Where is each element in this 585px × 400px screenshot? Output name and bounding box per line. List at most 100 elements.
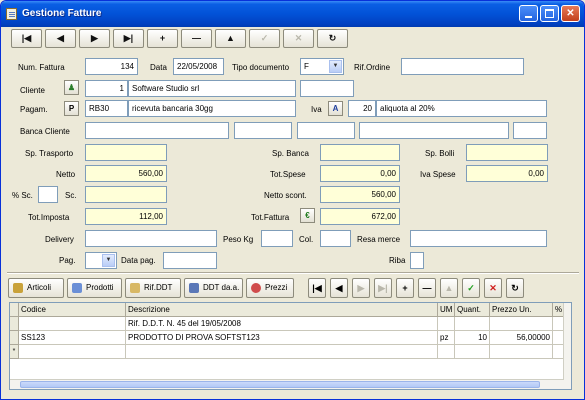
cliente-extra-field[interactable] [300, 80, 354, 97]
table-cell[interactable] [490, 345, 553, 359]
table-cell[interactable]: 56,00000 [490, 331, 553, 345]
banca-cliente-field-3[interactable] [297, 122, 355, 139]
prodotti-button[interactable]: Prodotti [67, 278, 122, 298]
grid-edit-button[interactable]: ▲ [440, 278, 458, 298]
document-icon [130, 283, 140, 293]
sp-trasporto-field[interactable] [85, 144, 167, 161]
grid-delete-button[interactable]: — [418, 278, 436, 298]
data-pag-field[interactable] [163, 252, 217, 269]
rif-ordine-label: Rif.Ordine [354, 63, 391, 72]
table-cell[interactable] [438, 317, 455, 331]
post-record-button[interactable]: ✓ [249, 29, 280, 48]
horizontal-scrollbar[interactable] [10, 379, 564, 389]
edit-record-button[interactable]: ▲ [215, 29, 246, 48]
sp-bolli-field[interactable] [466, 144, 548, 161]
tipo-documento-select[interactable]: F ▼ [300, 58, 344, 75]
grid-next-button[interactable]: ▶ [352, 278, 370, 298]
col-header-quant[interactable]: Quant. [455, 303, 490, 317]
resa-merce-field[interactable] [410, 230, 547, 247]
num-fattura-field[interactable]: 134 [85, 58, 138, 75]
invoice-lines-grid[interactable]: Codice Descrizione UM Quant. Prezzo Un. … [9, 302, 572, 390]
riba-field[interactable] [410, 252, 424, 269]
table-cell[interactable] [126, 345, 438, 359]
sp-banca-field[interactable] [320, 144, 400, 161]
table-cell[interactable] [19, 345, 126, 359]
articoli-label: Articoli [27, 283, 52, 292]
tot-spese-field: 0,00 [320, 165, 400, 182]
previous-record-button[interactable]: ◀ [45, 29, 76, 48]
cliente-lookup-button[interactable]: ♟ [64, 80, 79, 95]
table-cell[interactable]: Rif. D.D.T. N. 45 del 19/05/2008 [126, 317, 438, 331]
scroll-thumb[interactable] [20, 381, 540, 388]
minimize-button[interactable] [519, 5, 538, 22]
iva-code-field[interactable]: 20 [348, 100, 376, 117]
iva-lookup-button[interactable]: A [328, 101, 343, 116]
banca-cliente-field-4[interactable] [359, 122, 509, 139]
data-field[interactable]: 22/05/2008 [173, 58, 224, 75]
grid-add-button[interactable]: + [396, 278, 414, 298]
tot-fattura-button[interactable]: € [300, 208, 315, 223]
table-cell[interactable] [455, 345, 490, 359]
cliente-name-field[interactable]: Software Studio srl [128, 80, 296, 97]
col-header-prezzo-un[interactable]: Prezzo Un. [490, 303, 553, 317]
vertical-scrollbar[interactable] [563, 303, 571, 389]
col-header-descrizione[interactable]: Descrizione [126, 303, 438, 317]
close-button[interactable]: ✕ [561, 5, 580, 22]
pag-select[interactable]: ▼ [85, 252, 117, 269]
grid-refresh-button[interactable]: ↻ [506, 278, 524, 298]
table-cell[interactable] [455, 317, 490, 331]
prezzi-button[interactable]: Prezzi [246, 278, 294, 298]
perc-sc-field[interactable] [38, 186, 58, 203]
col-header-codice[interactable]: Codice [19, 303, 126, 317]
rif-ddt-button[interactable]: Rif.DDT [125, 278, 181, 298]
cliente-code-field[interactable]: 1 [85, 80, 128, 97]
grid-last-button[interactable]: ▶| [374, 278, 392, 298]
row-selector[interactable] [10, 317, 19, 331]
pagam-lookup-button[interactable]: P [64, 101, 79, 116]
rif-ordine-field[interactable] [401, 58, 524, 75]
sc-field[interactable] [85, 186, 167, 203]
col-field[interactable] [320, 230, 351, 247]
netto-label: Netto [56, 170, 76, 179]
grid-cancel-button[interactable]: ✕ [484, 278, 502, 298]
delete-record-button[interactable]: — [181, 29, 212, 48]
grid-first-button[interactable]: |◀ [308, 278, 326, 298]
table-cell[interactable] [438, 345, 455, 359]
table-cell[interactable] [490, 317, 553, 331]
banca-cliente-field-1[interactable] [85, 122, 229, 139]
maximize-button[interactable] [540, 5, 559, 22]
table-cell[interactable]: PRODOTTO DI PROVA SOFTST123 [126, 331, 438, 345]
first-record-button[interactable]: |◀ [11, 29, 42, 48]
table-cell[interactable]: SS123 [19, 331, 126, 345]
netto-scont-label: Netto scont. [264, 191, 307, 200]
iva-desc-field[interactable]: aliquota al 20% [376, 100, 547, 117]
chevron-down-icon[interactable]: ▼ [329, 60, 342, 73]
table-cell[interactable]: pz [438, 331, 455, 345]
next-record-button[interactable]: ▶ [79, 29, 110, 48]
last-record-button[interactable]: ▶| [113, 29, 144, 48]
table-cell[interactable]: 10 [455, 331, 490, 345]
pagam-code-field[interactable]: RB30 [85, 100, 128, 117]
chevron-down-icon[interactable]: ▼ [102, 254, 115, 267]
row-selector[interactable] [10, 331, 19, 345]
refresh-button[interactable]: ↻ [317, 29, 348, 48]
banca-cliente-field-2[interactable] [234, 122, 292, 139]
title-bar[interactable]: Gestione Fatture ✕ [1, 1, 584, 27]
banca-cliente-field-5[interactable] [513, 122, 547, 139]
new-row-marker[interactable]: * [10, 345, 19, 359]
col-header-um[interactable]: UM [438, 303, 455, 317]
pagam-desc-field[interactable]: ricevuta bancaria 30gg [128, 100, 296, 117]
table-cell[interactable] [19, 317, 126, 331]
grid-post-button[interactable]: ✓ [462, 278, 480, 298]
box-icon [13, 283, 23, 293]
perc-sc-label: % Sc. [12, 191, 33, 200]
cancel-edit-button[interactable]: ✕ [283, 29, 314, 48]
articoli-button[interactable]: Articoli [8, 278, 64, 298]
netto-scont-field: 560,00 [320, 186, 400, 203]
delivery-field[interactable] [85, 230, 217, 247]
add-record-button[interactable]: + [147, 29, 178, 48]
grid-corner [10, 303, 19, 317]
grid-prev-button[interactable]: ◀ [330, 278, 348, 298]
ddt-da-a-button[interactable]: DDT da.a. [184, 278, 243, 298]
peso-kg-field[interactable] [261, 230, 293, 247]
